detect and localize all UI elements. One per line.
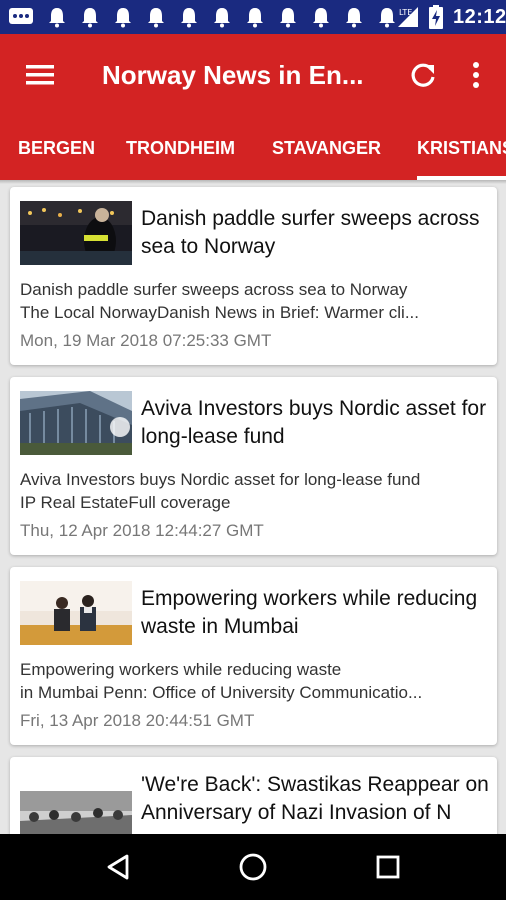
system-nav-bar	[0, 834, 506, 900]
tab-kristiansand[interactable]: KRISTIANS	[417, 116, 506, 180]
article-thumbnail	[20, 391, 132, 455]
news-card[interactable]: Empowering workers while reducing waste …	[10, 567, 497, 745]
news-card[interactable]: Danish paddle surfer sweeps across sea t…	[10, 187, 497, 365]
clock: 12:12	[453, 5, 506, 28]
app-title: Norway News in En...	[102, 59, 364, 90]
notification-icons	[8, 6, 397, 28]
menu-button[interactable]	[0, 34, 80, 116]
refresh-icon	[411, 63, 435, 87]
home-circle-icon	[239, 853, 267, 881]
article-description: Danish paddle surfer sweeps across sea t…	[20, 280, 419, 322]
app-bar: Norway News in En...	[0, 34, 506, 116]
article-thumbnail	[20, 581, 132, 645]
bell-icon	[313, 8, 329, 28]
article-description: Aviva Investors buys Nordic asset for lo…	[20, 470, 421, 512]
article-title[interactable]: Danish paddle surfer sweeps across sea t…	[141, 205, 491, 261]
bell-icon	[379, 8, 395, 28]
tab-bar: BERGEN TRONDHEIM STAVANGER KRISTIANS	[0, 116, 506, 180]
article-thumbnail	[20, 201, 132, 265]
more-vert-icon	[473, 62, 479, 88]
recents-square-icon	[376, 855, 400, 879]
back-button[interactable]	[88, 837, 148, 897]
bell-icon	[115, 8, 131, 28]
lte-signal-icon: LTE	[398, 7, 418, 27]
news-card[interactable]: 'We're Back': Swastikas Reappear on Anni…	[10, 757, 497, 834]
bell-icon	[247, 8, 263, 28]
refresh-button[interactable]	[398, 34, 448, 116]
article-date: Fri, 13 Apr 2018 20:44:51 GMT	[20, 711, 255, 730]
status-bar: LTE 12:12	[0, 0, 506, 34]
hamburger-menu-icon	[26, 65, 54, 85]
bell-icon	[49, 8, 65, 28]
bell-icon	[346, 8, 362, 28]
bell-icon	[214, 8, 230, 28]
news-feed[interactable]: Danish paddle surfer sweeps across sea t…	[0, 184, 506, 834]
home-button[interactable]	[223, 837, 283, 897]
article-title[interactable]: 'We're Back': Swastikas Reappear on Anni…	[141, 771, 491, 827]
article-date: Mon, 19 Mar 2018 07:25:33 GMT	[20, 331, 272, 350]
back-triangle-icon	[107, 854, 129, 880]
article-date: Thu, 12 Apr 2018 12:44:27 GMT	[20, 521, 264, 540]
recents-button[interactable]	[358, 837, 418, 897]
article-title[interactable]: Empowering workers while reducing waste …	[141, 585, 491, 641]
tab-stavanger[interactable]: STAVANGER	[272, 116, 381, 180]
svg-text:LTE: LTE	[399, 8, 412, 17]
message-icon	[9, 8, 33, 24]
more-options-button[interactable]	[456, 34, 496, 116]
battery-charging-icon	[429, 5, 443, 29]
article-title[interactable]: Aviva Investors buys Nordic asset for lo…	[141, 395, 491, 451]
news-card[interactable]: Aviva Investors buys Nordic asset for lo…	[10, 377, 497, 555]
article-thumbnail	[20, 791, 132, 834]
bell-icon	[82, 8, 98, 28]
tab-bergen[interactable]: BERGEN	[18, 116, 95, 180]
article-description: Empowering workers while reducing waste …	[20, 660, 423, 702]
bell-icon	[181, 8, 197, 28]
tab-trondheim[interactable]: TRONDHEIM	[126, 116, 235, 180]
bell-icon	[280, 8, 296, 28]
bell-icon	[148, 8, 164, 28]
